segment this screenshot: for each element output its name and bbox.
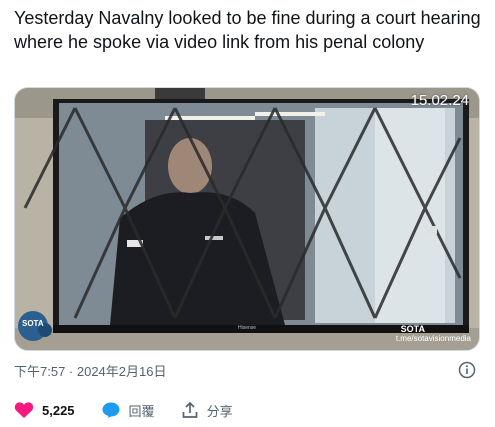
like-count: 5,225: [42, 402, 75, 418]
tweet-video[interactable]: 15.02.24 SOTA Hisense SOTA t.me/sotavisi…: [14, 87, 480, 351]
share-label: 分享: [206, 403, 233, 419]
logo-text: SOTA: [22, 319, 44, 328]
reply-button[interactable]: 回覆: [101, 401, 155, 420]
info-icon[interactable]: [458, 361, 476, 379]
reply-label: 回覆: [128, 403, 155, 419]
watermark-title: SOTA: [400, 324, 425, 334]
tweet-text: Yesterday Navalny looked to be fine duri…: [14, 8, 481, 52]
heart-icon: [14, 402, 34, 418]
tweet-actions: 5,225 回覆 分享: [14, 398, 259, 422]
timestamp-overlay: 15.02.24: [410, 92, 469, 109]
tweet-timestamp[interactable]: 下午7:57 · 2024年2月16日: [14, 361, 166, 380]
reply-bubble-icon: [102, 402, 120, 418]
tweet-meta: 下午7:57 · 2024年2月16日: [14, 360, 480, 380]
watermark-url: t.me/sotavisionmedia: [395, 334, 471, 343]
video-frame: [15, 88, 479, 350]
share-button[interactable]: 分享: [181, 401, 233, 420]
like-button[interactable]: 5,225: [14, 401, 75, 419]
share-icon: [182, 401, 197, 418]
tv-brand: Hisense: [238, 325, 257, 331]
